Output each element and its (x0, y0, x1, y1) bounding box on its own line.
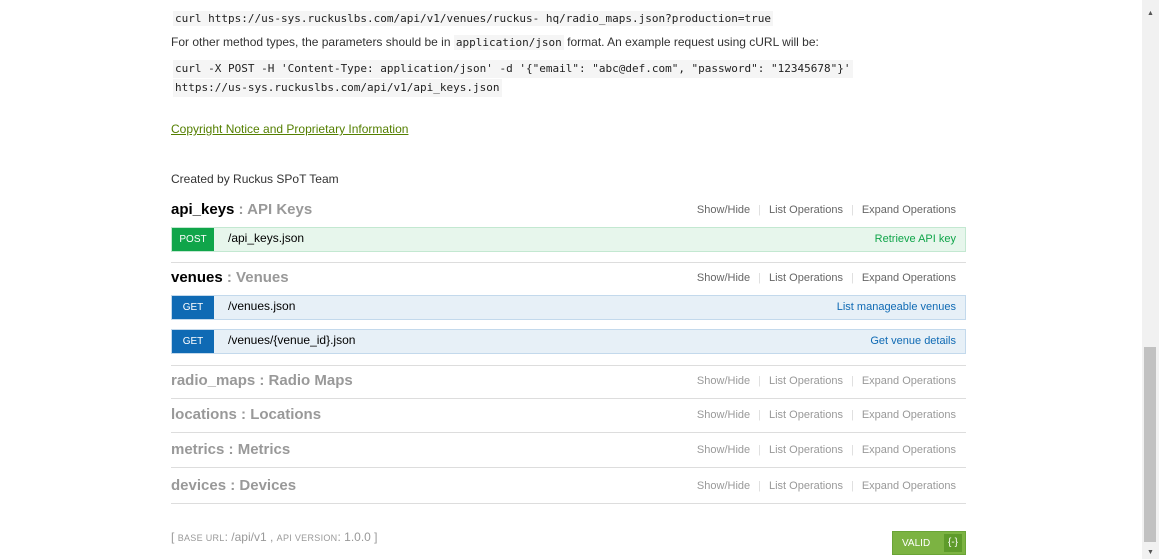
http-method-badge[interactable]: GET (172, 296, 214, 319)
endpoint-summary[interactable]: Retrieve API key (875, 233, 956, 245)
api-version-value: : 1.0.0 ] (337, 530, 378, 544)
base-url-label: BASE URL (177, 533, 225, 543)
resource-name[interactable]: locations (171, 406, 237, 423)
scroll-up-arrow-icon[interactable]: ▲ (1147, 10, 1154, 17)
list-operations-link[interactable]: List Operations (761, 272, 851, 284)
resource-separator: : (224, 441, 238, 458)
validator-badge[interactable]: VALID {-} (892, 531, 966, 555)
endpoint-post-api-keys[interactable]: POST /api_keys.json Retrieve API key (171, 227, 966, 252)
resource-api-keys: api_keys : API Keys Show/Hide | List Opera… (171, 195, 966, 228)
http-method-badge[interactable]: GET (172, 330, 214, 353)
created-by-text: Created by Ruckus SPoT Team (171, 172, 339, 186)
other-methods-prefix: For other method types, the parameters s… (171, 35, 451, 49)
resource-radio-maps: radio_maps : Radio Maps Show/Hide | List O… (171, 365, 966, 399)
other-methods-text: For other method types, the parameters s… (171, 35, 819, 51)
http-method-badge[interactable]: POST (172, 228, 214, 251)
show-hide-link[interactable]: Show/Hide (689, 272, 758, 284)
endpoint-path[interactable]: /venues/{venue_id}.json (228, 333, 355, 347)
curl-post-line2: https://us-sys.ruckuslbs.com/api/v1/api_… (173, 79, 502, 97)
scroll-down-arrow-icon[interactable]: ▼ (1147, 549, 1154, 556)
expand-operations-link[interactable]: Expand Operations (854, 272, 956, 284)
list-operations-link[interactable]: List Operations (761, 375, 851, 387)
resource-title[interactable]: locations : Locations (171, 406, 321, 423)
braces-icon: {-} (944, 534, 962, 552)
show-hide-link[interactable]: Show/Hide (689, 204, 758, 216)
open-bracket: [ (171, 530, 175, 544)
expand-operations-link[interactable]: Expand Operations (854, 375, 956, 387)
other-methods-suffix: format. An example request using cURL wi… (567, 35, 819, 49)
resource-name[interactable]: metrics (171, 441, 224, 458)
api-version-label: API VERSION (276, 533, 338, 543)
copyright-link[interactable]: Copyright Notice and Proprietary Informa… (171, 122, 408, 136)
resource-operations: Show/Hide | List Operations | Expand Operati… (689, 409, 956, 421)
resource-operations: Show/Hide | List Operations | Expand Operati… (689, 375, 956, 387)
resource-locations: locations : Locations Show/Hide | List Ope… (171, 400, 966, 433)
scrollbar-thumb[interactable] (1144, 347, 1156, 542)
resource-separator: : (226, 477, 240, 494)
resource-description: Metrics (237, 441, 291, 458)
endpoint-summary[interactable]: Get venue details (870, 335, 956, 347)
list-operations-link[interactable]: List Operations (761, 444, 851, 456)
show-hide-link[interactable]: Show/Hide (689, 409, 758, 421)
list-operations-link[interactable]: List Operations (761, 480, 851, 492)
resource-title[interactable]: metrics : Metrics (171, 441, 290, 458)
resource-title[interactable]: api_keys : API Keys (171, 201, 312, 218)
resource-separator: : (236, 406, 251, 423)
endpoint-summary[interactable]: List manageable venues (837, 301, 956, 313)
resource-separator: : (255, 372, 269, 389)
resource-venues: venues : Venues Show/Hide | List Operation… (171, 262, 966, 296)
resource-operations: Show/Hide | List Operations | Expand Operati… (689, 480, 956, 492)
resource-name[interactable]: radio_maps (171, 372, 255, 389)
resource-description: Venues (236, 269, 289, 286)
resource-description: Devices (239, 477, 297, 494)
resource-title[interactable]: radio_maps : Radio Maps (171, 372, 353, 389)
curl-post-example: curl -X POST -H 'Content-Type: applicati… (173, 59, 853, 97)
expand-operations-link[interactable]: Expand Operations (854, 444, 956, 456)
resource-name[interactable]: devices (171, 477, 226, 494)
expand-operations-link[interactable]: Expand Operations (854, 204, 956, 216)
resource-description: API Keys (247, 201, 313, 218)
vertical-scrollbar[interactable]: ▲ ▼ (1142, 0, 1159, 559)
endpoint-path[interactable]: /api_keys.json (228, 231, 304, 245)
expand-operations-link[interactable]: Expand Operations (854, 480, 956, 492)
resource-title[interactable]: devices : Devices (171, 477, 296, 494)
show-hide-link[interactable]: Show/Hide (689, 375, 758, 387)
curl-get-example: curl https://us-sys.ruckuslbs.com/api/v1… (173, 9, 774, 27)
resource-name[interactable]: venues (171, 269, 223, 286)
resource-operations: Show/Hide | List Operations | Expand Operati… (689, 444, 956, 456)
list-operations-link[interactable]: List Operations (761, 204, 851, 216)
api-info-footer: [ BASE URL: /api/v1 , API VERSION: 1.0.0… (171, 530, 378, 544)
content-type-code: application/json (453, 35, 564, 50)
show-hide-link[interactable]: Show/Hide (689, 444, 758, 456)
endpoint-get-venues[interactable]: GET /venues.json List manageable venues (171, 295, 966, 320)
expand-operations-link[interactable]: Expand Operations (854, 409, 956, 421)
resource-name[interactable]: api_keys (171, 201, 234, 218)
resource-operations: Show/Hide | List Operations | Expand Operati… (689, 272, 956, 284)
curl-get-code: curl https://us-sys.ruckuslbs.com/api/v1… (173, 11, 774, 26)
resource-description: Radio Maps (268, 372, 353, 389)
resource-devices: devices : Devices Show/Hide | List Operati… (171, 471, 966, 504)
resource-description: Locations (250, 406, 322, 423)
endpoint-path[interactable]: /venues.json (228, 299, 295, 313)
resource-separator: : (234, 201, 248, 218)
valid-label: VALID (902, 538, 931, 549)
resource-operations: Show/Hide | List Operations | Expand Operati… (689, 204, 956, 216)
resource-metrics: metrics : Metrics Show/Hide | List Operati… (171, 435, 966, 468)
curl-post-line1: curl -X POST -H 'Content-Type: applicati… (173, 60, 853, 78)
resource-title[interactable]: venues : Venues (171, 269, 289, 286)
show-hide-link[interactable]: Show/Hide (689, 480, 758, 492)
list-operations-link[interactable]: List Operations (761, 409, 851, 421)
endpoint-get-venue-details[interactable]: GET /venues/{venue_id}.json Get venue de… (171, 329, 966, 354)
base-url-value: : /api/v1 , (224, 530, 274, 544)
resource-separator: : (222, 269, 237, 286)
